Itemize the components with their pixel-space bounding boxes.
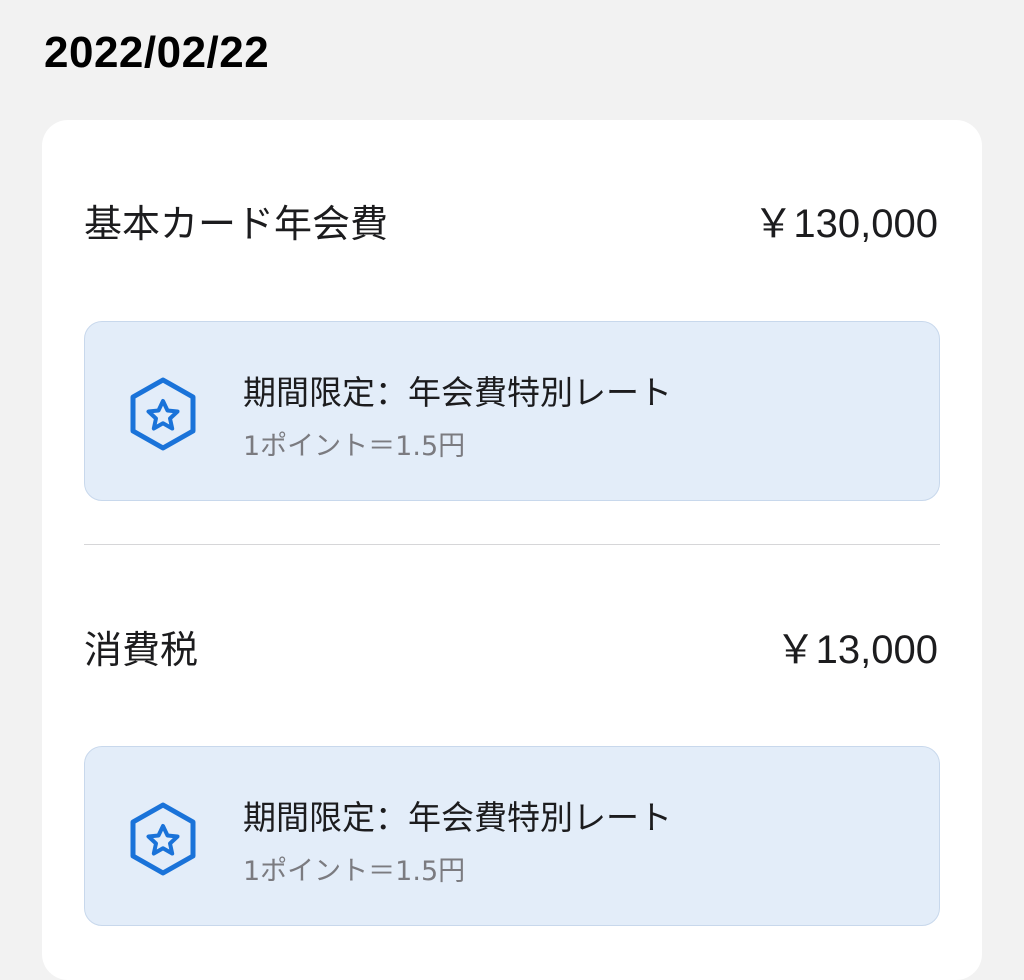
hexagon-star-icon bbox=[130, 802, 196, 876]
charge-amount: ￥130,000 bbox=[753, 202, 938, 246]
promo-subtitle: 1ポイント＝1.5円 bbox=[243, 856, 466, 887]
promo-title: 期間限定：年会費特別レート bbox=[243, 798, 672, 837]
promo-subtitle: 1ポイント＝1.5円 bbox=[243, 431, 466, 462]
charge-row-annual-fee[interactable]: 基本カード年会費 ￥130,000 bbox=[84, 190, 938, 250]
promo-title: 期間限定：年会費特別レート bbox=[243, 373, 672, 412]
charge-label: 基本カード年会費 bbox=[84, 201, 389, 246]
hexagon-star-icon bbox=[130, 377, 196, 451]
charge-row-consumption-tax[interactable]: 消費税 ￥13,000 bbox=[84, 616, 938, 676]
divider bbox=[84, 544, 940, 545]
promo-banner[interactable]: 期間限定：年会費特別レート 1ポイント＝1.5円 bbox=[84, 746, 940, 926]
promo-banner[interactable]: 期間限定：年会費特別レート 1ポイント＝1.5円 bbox=[84, 321, 940, 501]
date-heading: 2022/02/22 bbox=[44, 28, 270, 77]
charge-label: 消費税 bbox=[84, 627, 199, 672]
billing-card: 基本カード年会費 ￥130,000 期間限定：年会費特別レート 1ポイント＝1.… bbox=[42, 120, 982, 980]
charge-amount: ￥13,000 bbox=[775, 628, 938, 672]
